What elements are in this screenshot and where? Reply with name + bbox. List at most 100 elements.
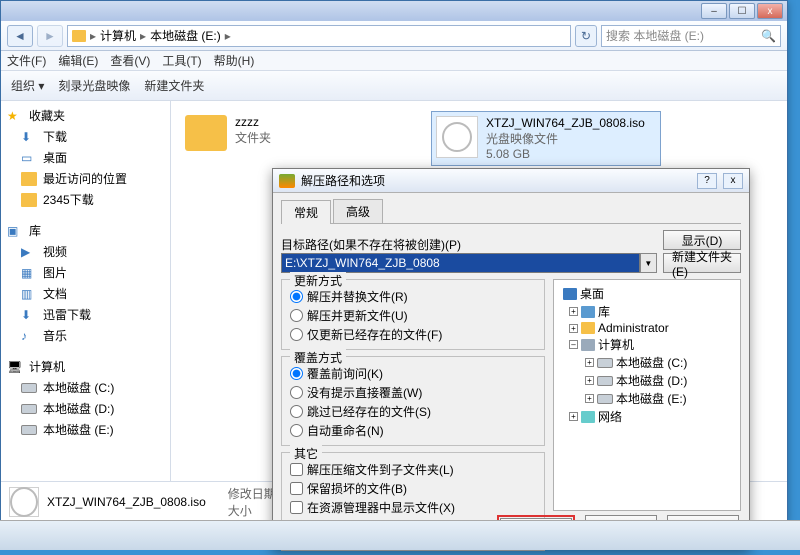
computer-icon	[581, 339, 595, 351]
burn-image-button[interactable]: 刻录光盘映像	[58, 77, 130, 94]
menu-view[interactable]: 查看(V)	[110, 52, 150, 69]
sidebar-item-recent[interactable]: 最近访问的位置	[1, 168, 170, 189]
status-mod-label: 修改日期	[228, 485, 276, 502]
star-icon: ★	[7, 109, 23, 123]
taskbar[interactable]	[0, 520, 800, 550]
menu-tools[interactable]: 工具(T)	[162, 52, 201, 69]
search-input[interactable]: 搜索 本地磁盘 (E:) 🔍	[601, 25, 781, 47]
radio-label: 解压并更新文件(U)	[307, 307, 408, 324]
help-button[interactable]: ?	[697, 173, 717, 189]
nav-back-button[interactable]: ◄	[7, 25, 33, 47]
expand-icon[interactable]: +	[585, 358, 594, 367]
check-label: 保留损坏的文件(B)	[307, 480, 407, 497]
tree-label: 本地磁盘 (E:)	[616, 390, 687, 407]
new-folder-button[interactable]: 新建文件夹(E)	[663, 253, 741, 273]
tree-admin[interactable]: + Administrator	[558, 321, 736, 335]
sidebar-item-drive-d[interactable]: 本地磁盘 (D:)	[1, 398, 170, 419]
path-dropdown[interactable]: ▼	[640, 253, 657, 273]
collapse-icon[interactable]: –	[569, 340, 578, 349]
expand-icon[interactable]: +	[585, 376, 594, 385]
address-bar: ◄ ► ▸ 计算机 ▸ 本地磁盘 (E:) ▸ ↻ 搜索 本地磁盘 (E:) 🔍	[1, 21, 787, 51]
tree-drive-c[interactable]: +本地磁盘 (C:)	[558, 354, 736, 371]
check-show-explorer[interactable]: 在资源管理器中显示文件(X)	[290, 499, 536, 516]
path-input[interactable]	[281, 253, 640, 273]
sidebar-item-desktop[interactable]: ▭桌面	[1, 147, 170, 168]
tree-desktop[interactable]: 桌面	[558, 285, 736, 302]
tree-label: 库	[598, 303, 610, 320]
refresh-button[interactable]: ↻	[575, 25, 597, 47]
radio-auto-rename[interactable]: 自动重命名(N)	[290, 422, 536, 439]
folder-tree[interactable]: 桌面 +库 +Administrator –计算机 +本地磁盘 (C:) +本地…	[553, 279, 741, 511]
expand-icon[interactable]: +	[585, 394, 594, 403]
radio-ask-overwrite[interactable]: 覆盖前询问(K)	[290, 365, 536, 382]
breadcrumb-drive[interactable]: 本地磁盘 (E:)	[150, 27, 221, 44]
expand-icon[interactable]: +	[569, 324, 578, 333]
sidebar-label: 本地磁盘 (E:)	[43, 421, 114, 438]
tree-drive-e[interactable]: + 本地磁盘 (E:)	[558, 390, 736, 407]
expand-icon[interactable]: +	[569, 307, 578, 316]
tree-label: 桌面	[580, 285, 604, 302]
close-button[interactable]: x	[723, 173, 743, 189]
tab-advanced[interactable]: 高级	[333, 199, 383, 223]
sidebar-item-xunlei[interactable]: ⬇迅雷下载	[1, 304, 170, 325]
tree-drive-d[interactable]: + 本地磁盘 (D:)	[558, 372, 736, 389]
maximize-button[interactable]: ☐	[729, 3, 755, 19]
radio-skip-existing[interactable]: 跳过已经存在的文件(S)	[290, 403, 536, 420]
sidebar-item-drive-c[interactable]: 本地磁盘 (C:)	[1, 377, 170, 398]
sidebar-libraries[interactable]: ▣库	[1, 220, 170, 241]
expand-icon[interactable]: +	[569, 412, 578, 421]
tree-computer[interactable]: –计算机	[558, 336, 736, 353]
radio-extract-update[interactable]: 解压并更新文件(U)	[290, 307, 536, 324]
tree-label: 本地磁盘 (D:)	[616, 372, 687, 389]
breadcrumb[interactable]: ▸ 计算机 ▸ 本地磁盘 (E:) ▸	[67, 25, 571, 47]
sidebar-label: 2345下载	[43, 191, 94, 208]
sidebar-computer[interactable]: 🖥计算机	[1, 356, 170, 377]
radio-freshen-only[interactable]: 仅更新已经存在的文件(F)	[290, 326, 536, 343]
check-subfolder[interactable]: 解压压缩文件到子文件夹(L)	[290, 461, 536, 478]
computer-icon: 🖥	[7, 360, 23, 374]
organize-button[interactable]: 组织 ▾	[11, 77, 44, 94]
sidebar-item-drive-e[interactable]: 本地磁盘 (E:)	[1, 419, 170, 440]
titlebar: – ☐ x	[1, 1, 787, 21]
drive-icon	[21, 383, 37, 393]
sidebar-item-downloads[interactable]: ⬇下载	[1, 126, 170, 147]
sidebar-favorites[interactable]: ★收藏夹	[1, 105, 170, 126]
menu-file[interactable]: 文件(F)	[7, 52, 46, 69]
refresh-icon: ↻	[581, 29, 591, 43]
breadcrumb-computer[interactable]: 计算机	[100, 27, 136, 44]
sidebar-label: 本地磁盘 (D:)	[43, 400, 114, 417]
sidebar-item-2345[interactable]: 2345下载	[1, 189, 170, 210]
tree-label: Administrator	[598, 321, 669, 335]
search-placeholder: 搜索 本地磁盘 (E:)	[606, 27, 704, 44]
nav-forward-button: ►	[37, 25, 63, 47]
minimize-button[interactable]: –	[701, 3, 727, 19]
sidebar-item-documents[interactable]: ▥文档	[1, 283, 170, 304]
sidebar-item-music[interactable]: ♪音乐	[1, 325, 170, 346]
other-group: 其它 解压压缩文件到子文件夹(L) 保留损坏的文件(B) 在资源管理器中显示文件…	[281, 452, 545, 523]
sidebar-label: 迅雷下载	[43, 306, 91, 323]
sidebar: ★收藏夹 ⬇下载 ▭桌面 最近访问的位置 2345下载 ▣库 ▶视频 ▦图片 ▥…	[1, 101, 171, 481]
folder-icon	[21, 172, 37, 186]
close-button[interactable]: x	[757, 3, 783, 19]
sidebar-item-video[interactable]: ▶视频	[1, 241, 170, 262]
sidebar-item-pictures[interactable]: ▦图片	[1, 262, 170, 283]
menu-edit[interactable]: 编辑(E)	[58, 52, 98, 69]
radio-extract-replace[interactable]: 解压并替换文件(R)	[290, 288, 536, 305]
tab-general[interactable]: 常规	[281, 200, 331, 224]
update-mode-group: 更新方式 解压并替换文件(R) 解压并更新文件(U) 仅更新已经存在的文件(F)	[281, 279, 545, 350]
documents-icon: ▥	[21, 287, 37, 301]
music-icon: ♪	[21, 329, 37, 343]
file-item-folder[interactable]: zzzz 文件夹	[181, 111, 411, 155]
new-folder-button[interactable]: 新建文件夹	[144, 77, 204, 94]
menu-help[interactable]: 帮助(H)	[214, 52, 255, 69]
drive-icon	[597, 358, 613, 368]
file-item-iso[interactable]: XTZJ_WIN764_ZJB_0808.iso 光盘映像文件 5.08 GB	[431, 111, 661, 166]
overwrite-mode-group: 覆盖方式 覆盖前询问(K) 没有提示直接覆盖(W) 跳过已经存在的文件(S) 自…	[281, 356, 545, 446]
file-type: 文件夹	[235, 129, 271, 146]
sidebar-label: 最近访问的位置	[43, 170, 127, 187]
tree-network[interactable]: +网络	[558, 408, 736, 425]
radio-label: 覆盖前询问(K)	[307, 365, 383, 382]
radio-overwrite-noask[interactable]: 没有提示直接覆盖(W)	[290, 384, 536, 401]
check-keep-broken[interactable]: 保留损坏的文件(B)	[290, 480, 536, 497]
tree-libraries[interactable]: +库	[558, 303, 736, 320]
